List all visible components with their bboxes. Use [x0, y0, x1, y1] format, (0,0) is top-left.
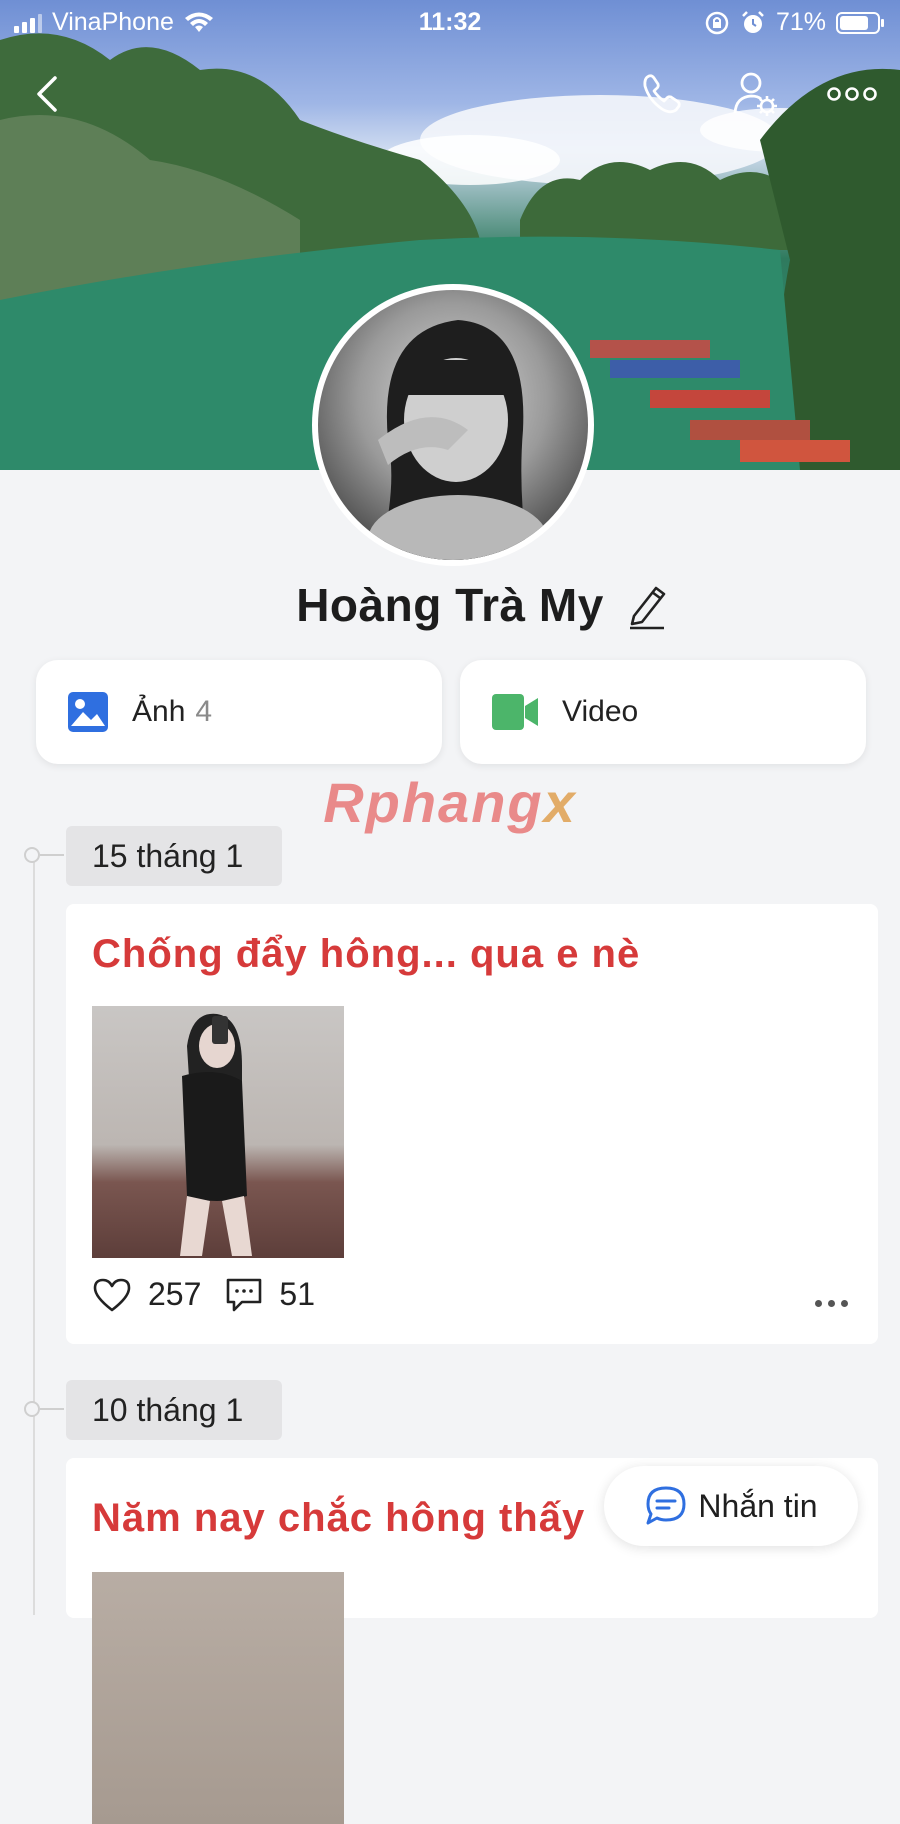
photos-label: Ảnh [132, 695, 186, 728]
phone-icon [643, 74, 681, 114]
dot [815, 1300, 822, 1307]
battery-percent: 71% [775, 8, 826, 36]
timeline-connector [40, 1408, 64, 1410]
comment-button[interactable]: 51 [225, 1276, 315, 1313]
photos-card[interactable]: Ảnh 4 [36, 660, 442, 764]
status-bar: VinaPhone 11:32 71% [0, 0, 900, 46]
photo-icon [68, 692, 108, 732]
post-more-button[interactable] [815, 1300, 848, 1307]
photos-count: 4 [195, 695, 213, 728]
call-button[interactable] [632, 64, 692, 124]
timeline-connector [40, 854, 64, 856]
date-chip: 15 tháng 1 [66, 826, 282, 886]
rotation-lock-icon [705, 11, 729, 34]
post-caption: Chống đẩy hông... qua e nè [92, 932, 641, 976]
profile-avatar[interactable] [312, 284, 594, 566]
post-actions: 257 51 [92, 1276, 315, 1313]
battery-icon [836, 11, 884, 34]
profile-settings-button[interactable] [726, 64, 786, 124]
edit-name-button[interactable] [626, 582, 668, 635]
back-button[interactable] [18, 64, 78, 124]
top-navigation [0, 64, 900, 124]
post-caption: Năm nay chắc hông thấy [92, 1496, 586, 1540]
videos-card[interactable]: Video [460, 660, 866, 764]
videos-label: Video [562, 695, 639, 728]
like-count: 257 [148, 1276, 202, 1312]
heart-icon [93, 1278, 131, 1311]
post-card[interactable]: Chống đẩy hông... qua e nè 257 51 [66, 904, 878, 1344]
more-options-button[interactable] [822, 64, 882, 124]
date-chip: 10 tháng 1 [66, 1380, 282, 1440]
avatar-portrait [368, 320, 548, 560]
timeline-dot [24, 847, 40, 863]
post-photo[interactable] [92, 1572, 344, 1824]
watermark-x: x [543, 771, 577, 834]
like-button[interactable]: 257 [92, 1276, 201, 1313]
timeline-line [33, 855, 35, 1615]
pencil-icon [630, 586, 666, 630]
message-label: Nhắn tin [698, 1487, 818, 1524]
comment-icon [227, 1278, 262, 1311]
dot [828, 1300, 835, 1307]
timeline-dot [24, 1401, 40, 1417]
message-button[interactable]: Nhắn tin [604, 1466, 858, 1546]
dot [841, 1300, 848, 1307]
chevron-left-icon [37, 76, 57, 112]
video-icon [492, 694, 538, 730]
comment-count: 51 [279, 1276, 315, 1312]
more-horizontal-icon [827, 87, 877, 101]
post-photo[interactable] [92, 1006, 344, 1258]
profile-name: Hoàng Trà My [296, 579, 604, 631]
status-right: 71% [704, 8, 886, 37]
watermark-text: Rphang [323, 771, 544, 834]
post-photo-image [180, 1013, 252, 1256]
avatar-image [318, 290, 588, 560]
chat-bubble-icon [646, 1486, 686, 1525]
alarm-icon [742, 10, 764, 33]
user-settings-icon [733, 72, 777, 116]
